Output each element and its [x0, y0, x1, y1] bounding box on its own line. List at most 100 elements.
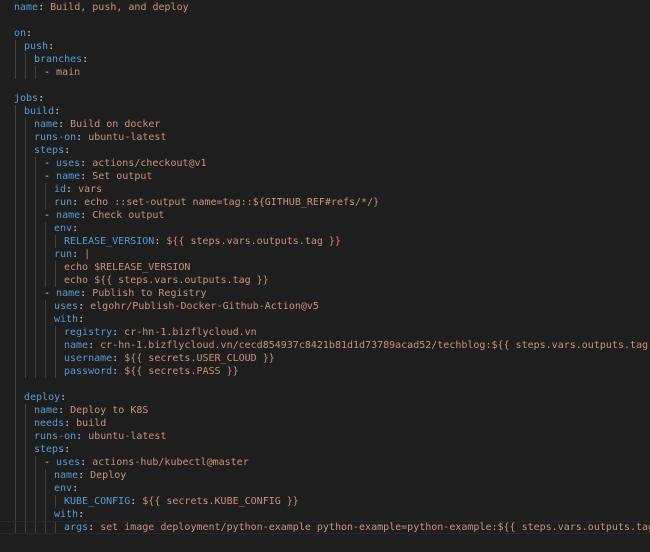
code-line[interactable]: deploy: — [24, 391, 66, 404]
yaml-key: push — [24, 41, 49, 52]
code-line[interactable]: uses: elgohr/Publish-Docker-Github-Actio… — [54, 300, 319, 313]
yaml-separator: : — [64, 418, 77, 429]
indent-guide — [35, 157, 36, 378]
code-line[interactable]: env: — [54, 482, 78, 495]
code-line[interactable]: - name: Publish to Registry — [44, 287, 207, 300]
code-line[interactable]: password: ${{ secrets.PASS }} — [64, 365, 239, 378]
yaml-separator: : — [78, 301, 91, 312]
yaml-key: branches — [34, 54, 83, 65]
yaml-value: Deploy — [90, 470, 127, 481]
yaml-separator: : — [76, 431, 89, 442]
code-line[interactable]: needs: build — [34, 417, 106, 430]
yaml-key: KUBE_CONFIG — [64, 496, 131, 507]
code-line[interactable]: push: — [24, 40, 54, 53]
yaml-separator: : — [80, 457, 93, 468]
yaml-separator: : — [78, 470, 91, 481]
yaml-key: name — [54, 470, 79, 481]
yaml-key: registry — [64, 327, 113, 338]
yaml-value: actions/checkout@v1 — [92, 158, 207, 169]
code-line[interactable]: run: | — [54, 248, 90, 261]
yaml-value: elgohr/Publish-Docker-Github-Action@v5 — [90, 301, 319, 312]
yaml-separator: : — [80, 288, 93, 299]
yaml-key: id — [54, 184, 67, 195]
yaml-separator: : — [112, 327, 125, 338]
code-editor[interactable]: name: Build, push, and deploy on: push: bra… — [0, 0, 650, 552]
code-line[interactable]: branches: — [34, 53, 88, 66]
yaml-separator: : — [58, 405, 71, 416]
code-line[interactable]: username: ${{ secrets.USER_CLOUD }} — [64, 352, 275, 365]
yaml-key: name — [56, 288, 81, 299]
yaml-value: vars — [78, 184, 103, 195]
yaml-separator: : — [72, 483, 79, 494]
yaml-separator: : — [54, 106, 61, 117]
code-line[interactable]: - uses: actions/checkout@v1 — [44, 157, 207, 170]
yaml-key: env — [54, 483, 73, 494]
yaml-key: with — [54, 509, 79, 520]
code-line[interactable]: on: — [14, 27, 32, 40]
list-dash: - — [44, 288, 57, 299]
code-line[interactable]: with: — [54, 508, 84, 521]
yaml-value: ${{ secrets.KUBE_CONFIG }} — [142, 496, 299, 507]
code-line[interactable]: args: set image deployment/python-exampl… — [64, 521, 650, 534]
yaml-value: Build, push, and deploy — [50, 2, 189, 13]
code-line[interactable]: KUBE_CONFIG: ${{ secrets.KUBE_CONFIG }} — [64, 495, 299, 508]
code-line[interactable]: - name: Set output — [44, 170, 152, 183]
yaml-key: with — [54, 314, 79, 325]
code-line[interactable]: registry: cr-hn-1.bizflycloud.vn — [64, 326, 257, 339]
yaml-separator: : — [78, 314, 85, 325]
yaml-separator: : — [76, 132, 89, 143]
code-line[interactable]: env: — [54, 222, 78, 235]
yaml-key: username — [64, 353, 113, 364]
yaml-separator: : — [154, 236, 167, 247]
yaml-key: uses — [54, 301, 79, 312]
code-line[interactable]: name: Deploy to K8S — [34, 404, 148, 417]
yaml-value: Publish to Registry — [92, 288, 207, 299]
code-line[interactable]: name: Build, push, and deploy — [14, 1, 189, 14]
yaml-value: Build on docker — [70, 119, 161, 130]
yaml-value: Check output — [92, 210, 165, 221]
code-line[interactable]: - main — [44, 66, 80, 79]
code-line[interactable]: - uses: actions-hub/kubectl@master — [44, 456, 249, 469]
yaml-key: run — [54, 197, 73, 208]
yaml-separator: : — [80, 171, 93, 182]
code-line[interactable]: steps: — [34, 144, 70, 157]
yaml-key: run — [54, 249, 73, 260]
yaml-separator: : — [80, 210, 93, 221]
code-line[interactable]: echo $RELEASE_VERSION — [64, 261, 190, 274]
code-line[interactable]: name: Build on docker — [34, 118, 160, 131]
yaml-separator: : — [112, 353, 125, 364]
yaml-key: env — [54, 223, 73, 234]
code-line[interactable]: with: — [54, 313, 84, 326]
code-line[interactable]: runs-on: ubuntu-latest — [34, 430, 166, 443]
code-line[interactable]: name: cr-hn-1.bizflycloud.vn/cecd854937c… — [64, 339, 650, 352]
yaml-key: name — [34, 405, 59, 416]
code-line[interactable]: echo ${{ steps.vars.outputs.tag }} — [64, 274, 269, 287]
indent-guide — [25, 404, 26, 534]
code-line[interactable]: jobs: — [14, 92, 44, 105]
yaml-separator: : — [82, 54, 89, 65]
yaml-key: deploy — [24, 392, 61, 403]
yaml-value: cr-hn-1.bizflycloud.vn/cecd854937c8421b8… — [100, 340, 650, 351]
yaml-separator: : — [72, 249, 85, 260]
yaml-value: Deploy to K8S — [70, 405, 149, 416]
indent-guide — [45, 300, 46, 378]
code-line[interactable]: - name: Check output — [44, 209, 164, 222]
code-line[interactable]: RELEASE_VERSION: ${{ steps.vars.outputs.… — [64, 235, 341, 248]
yaml-separator: : — [26, 28, 33, 39]
yaml-value: echo ${{ steps.vars.outputs.tag }} — [64, 275, 269, 286]
code-line[interactable]: name: Deploy — [54, 469, 126, 482]
yaml-value: Set output — [92, 171, 153, 182]
yaml-separator: : — [78, 509, 85, 520]
yaml-key: needs — [34, 418, 65, 429]
code-line[interactable]: steps: — [34, 443, 70, 456]
code-line[interactable]: runs-on: ubuntu-latest — [34, 131, 166, 144]
yaml-key: runs-on — [34, 431, 77, 442]
yaml-value: ${{ secrets.USER_CLOUD }} — [124, 353, 275, 364]
code-line[interactable]: id: vars — [54, 183, 102, 196]
yaml-separator: : — [112, 366, 125, 377]
code-line[interactable]: run: echo ::set-output name=tag::${GITHU… — [54, 196, 379, 209]
code-line[interactable]: build: — [24, 105, 60, 118]
indent-guide — [55, 495, 56, 508]
yaml-key: runs-on — [34, 132, 77, 143]
yaml-value: ubuntu-latest — [88, 431, 167, 442]
